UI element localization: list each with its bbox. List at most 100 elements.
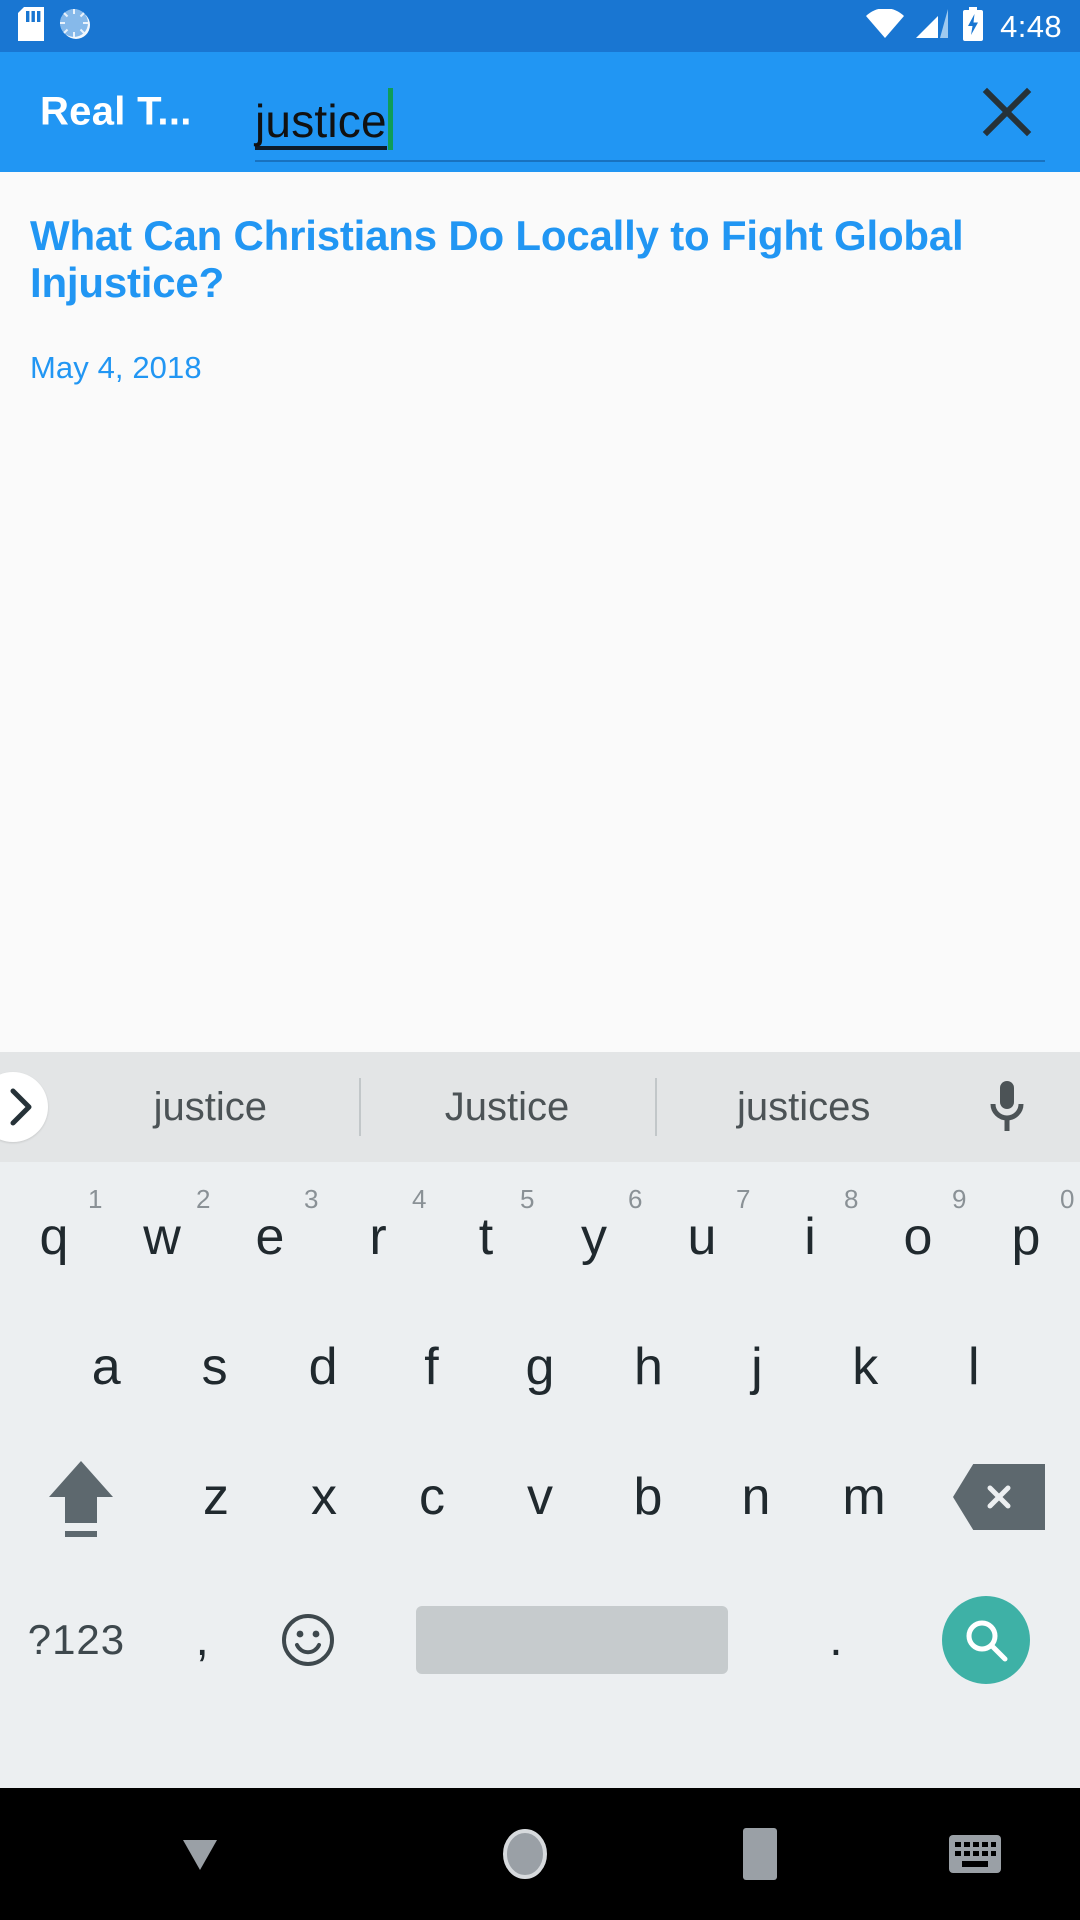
key-label-y: y: [581, 1208, 607, 1266]
suggestion-strip: justice Justice justices: [0, 1052, 1080, 1162]
key-h[interactable]: h: [594, 1302, 702, 1432]
search-enter-circle: [942, 1596, 1031, 1684]
key-t[interactable]: 5 t: [432, 1172, 540, 1302]
key-y[interactable]: 6 y: [540, 1172, 648, 1302]
battery-charging-icon: [962, 6, 984, 46]
search-enter-key[interactable]: [893, 1575, 1080, 1705]
voice-input-button[interactable]: [952, 1052, 1062, 1162]
key-hint-i: 8: [844, 1184, 859, 1214]
key-r[interactable]: 4 r: [324, 1172, 432, 1302]
shift-key[interactable]: [0, 1432, 162, 1562]
key-c[interactable]: c: [378, 1432, 486, 1562]
search-result-item[interactable]: What Can Christians Do Locally to Fight …: [30, 212, 1050, 386]
key-label-v: v: [527, 1468, 553, 1526]
key-e[interactable]: 3 e: [216, 1172, 324, 1302]
emoji-key[interactable]: [252, 1575, 365, 1705]
space-key[interactable]: [365, 1575, 779, 1705]
key-o[interactable]: 9 o: [864, 1172, 972, 1302]
period-key[interactable]: .: [779, 1575, 892, 1705]
key-v[interactable]: v: [486, 1432, 594, 1562]
key-label-l: l: [967, 1338, 980, 1396]
key-label-k: k: [852, 1338, 879, 1396]
symbols-key[interactable]: ?123: [0, 1575, 153, 1705]
key-g[interactable]: g: [486, 1302, 594, 1432]
search-input-row[interactable]: justice: [255, 88, 393, 150]
symbols-key-label: ?123: [27, 1616, 126, 1663]
key-s[interactable]: s: [160, 1302, 268, 1432]
keyboard-row-1: 1 q 2 w 3 e 4 r 5 t 6 y 7 u 8 i 9 o 0 p: [0, 1162, 1080, 1302]
close-icon: [982, 87, 1032, 137]
key-a[interactable]: a: [52, 1302, 160, 1432]
key-f[interactable]: f: [377, 1302, 485, 1432]
emoji-smiley-icon: [282, 1614, 335, 1666]
key-label-z: z: [203, 1468, 229, 1526]
app-toolbar: Real T... justice: [0, 52, 1080, 172]
key-label-w: w: [143, 1208, 181, 1266]
soft-keyboard: justice Justice justices 1 q 2 w 3 e 4 r…: [0, 1052, 1080, 1788]
key-l[interactable]: l: [920, 1302, 1028, 1432]
key-d[interactable]: d: [269, 1302, 377, 1432]
key-hint-u: 7: [736, 1184, 751, 1214]
recents-button[interactable]: [650, 1788, 870, 1920]
key-label-o: o: [903, 1208, 933, 1266]
key-q[interactable]: 1 q: [0, 1172, 108, 1302]
text-caret: [387, 88, 393, 150]
clear-search-button[interactable]: [976, 81, 1038, 143]
switch-keyboard-button[interactable]: [870, 1788, 1080, 1920]
key-b[interactable]: b: [594, 1432, 702, 1562]
key-hint-r: 4: [412, 1184, 427, 1214]
home-button[interactable]: [400, 1788, 650, 1920]
key-x[interactable]: x: [270, 1432, 378, 1562]
key-m[interactable]: m: [810, 1432, 918, 1562]
microphone-icon: [990, 1081, 1024, 1131]
comma-key[interactable]: ,: [153, 1575, 252, 1705]
key-u[interactable]: 7 u: [648, 1172, 756, 1302]
key-hint-p: 0: [1060, 1184, 1075, 1214]
key-label-i: i: [804, 1208, 816, 1266]
key-label-p: p: [1011, 1208, 1041, 1266]
status-bar-left-icons: [18, 6, 92, 46]
suggestion-item-2[interactable]: justices: [655, 1052, 952, 1162]
result-date: May 4, 2018: [30, 350, 202, 386]
key-p[interactable]: 0 p: [972, 1172, 1080, 1302]
sd-card-icon: [18, 6, 44, 46]
suggestion-item-0[interactable]: justice: [62, 1052, 359, 1162]
expand-suggestions-button[interactable]: [0, 1072, 48, 1142]
key-label-q: q: [39, 1208, 69, 1266]
key-label-u: u: [687, 1208, 717, 1266]
search-results-list: What Can Christians Do Locally to Fight …: [0, 172, 1080, 1052]
key-hint-o: 9: [952, 1184, 967, 1214]
key-label-t: t: [478, 1208, 494, 1266]
key-j[interactable]: j: [703, 1302, 811, 1432]
wifi-icon: [866, 7, 905, 44]
app-title: Real T...: [40, 89, 192, 134]
shift-arrow-icon: [49, 1461, 113, 1537]
sync-progress-icon: [58, 7, 92, 46]
status-bar-clock: 4:48: [1000, 8, 1062, 44]
key-z[interactable]: z: [162, 1432, 270, 1562]
result-title[interactable]: What Can Christians Do Locally to Fight …: [30, 212, 1050, 306]
key-hint-e: 3: [304, 1184, 319, 1214]
cellular-signal-icon: [916, 8, 950, 44]
key-i[interactable]: 8 i: [756, 1172, 864, 1302]
key-label-a: a: [91, 1338, 121, 1396]
search-field[interactable]: justice: [255, 52, 1045, 172]
suggestion-list: justice Justice justices: [62, 1052, 952, 1162]
search-input[interactable]: justice: [255, 98, 387, 150]
backspace-key[interactable]: [918, 1432, 1080, 1562]
key-label-f: f: [424, 1338, 439, 1396]
status-bar-right-icons: 4:48: [866, 6, 1062, 46]
key-n[interactable]: n: [702, 1432, 810, 1562]
key-label-c: c: [419, 1468, 445, 1526]
key-label-d: d: [308, 1338, 338, 1396]
key-hint-w: 2: [196, 1184, 211, 1214]
key-hint-t: 5: [520, 1184, 535, 1214]
hide-keyboard-icon: [183, 1840, 217, 1870]
chevron-right-icon: [10, 1088, 32, 1126]
keyboard-row-3: z x c v b n m: [0, 1432, 1080, 1562]
hide-keyboard-button[interactable]: [0, 1788, 400, 1920]
key-k[interactable]: k: [811, 1302, 919, 1432]
suggestion-item-1[interactable]: Justice: [358, 1052, 656, 1162]
key-w[interactable]: 2 w: [108, 1172, 216, 1302]
status-bar: 4:48: [0, 0, 1080, 52]
